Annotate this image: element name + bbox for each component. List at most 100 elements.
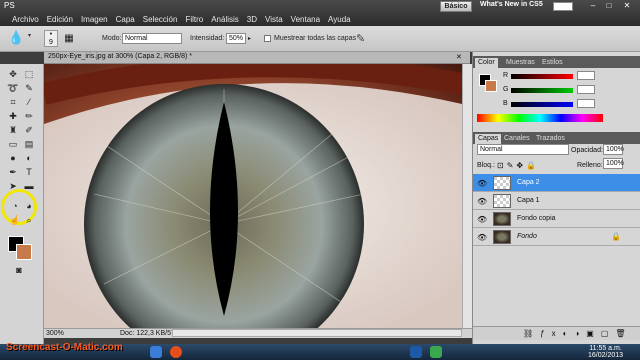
pen-tool-icon[interactable]: ✒ xyxy=(6,166,20,178)
menu-ventana[interactable]: Ventana xyxy=(287,15,324,25)
workspace-button[interactable]: Básico xyxy=(440,1,472,12)
horizontal-scrollbar[interactable] xyxy=(172,329,462,337)
opacity-input[interactable]: 100% xyxy=(603,144,624,155)
fill-input[interactable]: 100% xyxy=(603,158,624,169)
eye-icon[interactable]: 👁 xyxy=(477,215,487,224)
mode-select[interactable]: Normal xyxy=(122,33,182,44)
menu-imagen[interactable]: Imagen xyxy=(77,15,112,25)
layers-panel-tabs: Capas Canales Trazados xyxy=(473,132,640,144)
channel-b-value[interactable] xyxy=(577,99,595,108)
blur-tool-icon[interactable]: 💧 xyxy=(8,30,24,46)
sample-all-layers-checkbox[interactable] xyxy=(264,35,271,42)
channel-b-slider[interactable] xyxy=(511,102,573,107)
quick-mask-icon[interactable]: ◙ xyxy=(12,264,26,276)
menu-vista[interactable]: Vista xyxy=(261,15,287,25)
history-brush-tool-icon[interactable]: ✐ xyxy=(22,124,36,136)
3d-rotate-tool-icon[interactable]: ◔ xyxy=(8,200,22,212)
channel-g-value[interactable] xyxy=(577,85,595,94)
brush-tool-icon[interactable]: ✏ xyxy=(22,110,36,122)
tab-color[interactable]: Color xyxy=(475,58,498,68)
panels-dock: Color Muestras Estilos R G B Capas Canal… xyxy=(472,52,640,348)
layer-row-fondo[interactable]: 👁 Fondo 🔒 xyxy=(473,228,640,246)
menu-ayuda[interactable]: Ayuda xyxy=(324,15,355,25)
clone-stamp-tool-icon[interactable]: ♜ xyxy=(6,124,20,136)
eye-image xyxy=(44,64,462,328)
lock-options-icon[interactable]: ⊡✎✥🔒 xyxy=(497,161,539,170)
vertical-scrollbar[interactable] xyxy=(462,64,472,328)
channel-r-slider[interactable] xyxy=(511,74,573,79)
intensity-arrow-icon[interactable]: ▸ xyxy=(248,35,251,42)
tab-canales[interactable]: Canales xyxy=(501,134,533,144)
maximize-icon[interactable]: □ xyxy=(602,1,616,12)
brush-panel-icon[interactable]: ▦ xyxy=(62,30,76,47)
whats-new-link[interactable]: What's New in CS5 xyxy=(480,1,543,8)
eraser-tool-icon[interactable]: ▭ xyxy=(6,138,20,150)
menu-capa[interactable]: Capa xyxy=(112,15,139,25)
3d-orbit-tool-icon[interactable]: ◕ xyxy=(22,200,36,212)
channel-g-slider[interactable] xyxy=(511,88,573,93)
search-input[interactable] xyxy=(553,2,573,11)
tab-capas[interactable]: Capas xyxy=(475,134,502,144)
layer-row-capa-2[interactable]: 👁 Capa 2 xyxy=(473,174,640,192)
minimize-icon[interactable]: – xyxy=(586,1,600,12)
eye-icon[interactable]: 👁 xyxy=(477,197,487,206)
menu-3d[interactable]: 3D xyxy=(243,15,261,25)
layers-footer-buttons[interactable]: ⛓ƒx◐◑▣▢🗑 xyxy=(473,326,640,340)
crop-tool-icon[interactable]: ⌗ xyxy=(6,96,20,108)
tab-muestras[interactable]: Muestras xyxy=(503,58,538,68)
layer-name[interactable]: Fondo xyxy=(517,233,537,240)
pressure-icon[interactable]: ✎ xyxy=(356,32,365,45)
opacity-label: Opacidad: xyxy=(571,147,603,154)
layer-row-fondo-copia[interactable]: 👁 Fondo copia xyxy=(473,210,640,228)
blur-tool-icon[interactable]: ● xyxy=(6,152,20,164)
layer-thumbnail xyxy=(493,194,511,208)
color-ramp[interactable] xyxy=(477,114,603,122)
eye-icon[interactable]: 👁 xyxy=(477,233,487,242)
document-tab[interactable]: 250px-Eye_iris.jpg at 300% (Capa 2, RGB/… xyxy=(44,52,470,64)
quick-select-tool-icon[interactable]: ✎ xyxy=(22,82,36,94)
explorer-icon[interactable] xyxy=(150,346,162,358)
blend-mode-select[interactable]: Normal xyxy=(477,144,569,155)
close-icon[interactable]: ✕ xyxy=(620,1,634,12)
lasso-tool-icon[interactable]: ➰ xyxy=(6,82,20,94)
layer-thumbnail xyxy=(493,230,511,244)
fill-label: Relleno: xyxy=(577,162,603,169)
clock-time: 11:55 a.m. xyxy=(589,345,622,352)
layer-name[interactable]: Fondo copia xyxy=(517,215,556,222)
gradient-tool-icon[interactable]: ▤ xyxy=(22,138,36,150)
layer-thumbnail xyxy=(493,212,511,226)
channel-r-value[interactable] xyxy=(577,71,595,80)
marquee-tool-icon[interactable]: ⬚ xyxy=(22,68,36,80)
zoom-level[interactable]: 300% xyxy=(46,330,64,337)
menu-seleccion[interactable]: Selección xyxy=(139,15,182,25)
toolbox: ✥ ⬚ ➰ ✎ ⌗ ⁄ ✚ ✏ ♜ ✐ ▭ ▤ ● ◐ ✒ T ➤ ▬ ◔ ◕ … xyxy=(0,64,44,344)
menu-analisis[interactable]: Análisis xyxy=(207,15,243,25)
intensity-input[interactable]: 50% xyxy=(226,33,246,44)
eyedropper-tool-icon[interactable]: ⁄ xyxy=(22,96,36,108)
background-color-swatch[interactable] xyxy=(16,244,32,260)
zoom-tool-icon[interactable]: ⌕ xyxy=(22,214,36,226)
eye-icon[interactable]: 👁 xyxy=(477,179,487,188)
tab-trazados[interactable]: Trazados xyxy=(533,134,568,144)
panel-background-swatch[interactable] xyxy=(485,80,497,92)
close-document-icon[interactable]: ✕ xyxy=(456,53,462,61)
brush-preset-picker[interactable]: • 9 xyxy=(44,30,58,47)
layer-name[interactable]: Capa 1 xyxy=(517,197,540,204)
photoshop-task-icon[interactable] xyxy=(410,346,422,358)
move-tool-icon[interactable]: ✥ xyxy=(6,68,20,80)
browser-icon[interactable] xyxy=(170,346,182,358)
dodge-tool-icon[interactable]: ◐ xyxy=(22,152,36,164)
hand-tool-icon[interactable]: ☝ xyxy=(8,214,22,226)
healing-tool-icon[interactable]: ✚ xyxy=(6,110,20,122)
menu-edicion[interactable]: Edición xyxy=(43,15,77,25)
type-tool-icon[interactable]: T xyxy=(22,166,36,178)
menu-filtro[interactable]: Filtro xyxy=(181,15,207,25)
app-task-icon[interactable] xyxy=(430,346,442,358)
chevron-down-icon[interactable]: ▾ xyxy=(28,32,31,39)
layer-name[interactable]: Capa 2 xyxy=(517,179,540,186)
menu-archivo[interactable]: Archivo xyxy=(8,15,43,25)
image-canvas[interactable] xyxy=(44,64,462,328)
app-logo: PS xyxy=(4,1,15,10)
layer-row-capa-1[interactable]: 👁 Capa 1 xyxy=(473,192,640,210)
tab-estilos[interactable]: Estilos xyxy=(539,58,566,68)
